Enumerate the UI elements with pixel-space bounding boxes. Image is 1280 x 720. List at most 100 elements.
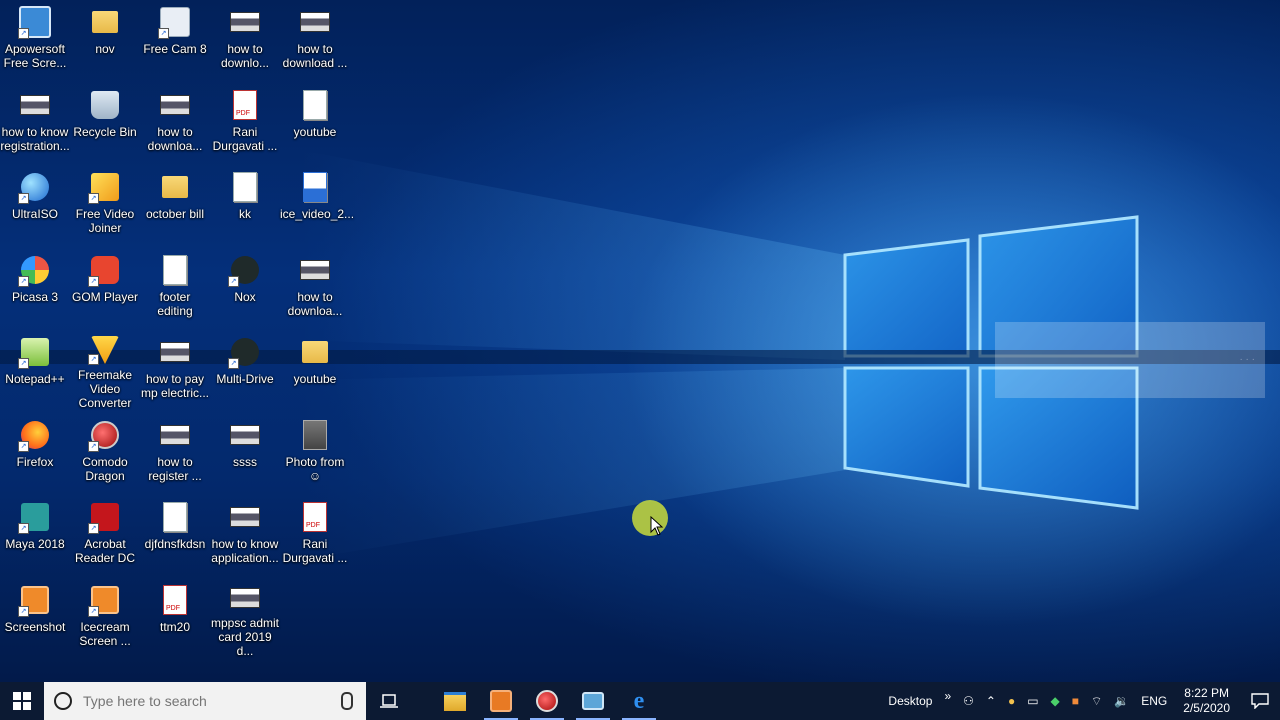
desktop-icon-label: ice_video_2... [280, 207, 355, 221]
desktop-icon[interactable]: ↗ Apowersoft Free Scre... [0, 0, 70, 80]
desktop-icon[interactable]: Rani Durgavati ... [210, 83, 280, 163]
desktop-icon[interactable]: Photo from ☺ [280, 413, 350, 493]
task-view-button[interactable] [366, 682, 412, 720]
desktop-icon[interactable]: how to downlo... [210, 0, 280, 80]
desktop-icon-label: how to downlo... [220, 42, 270, 70]
desktop-icon-label: Freemake Video Converter [77, 368, 133, 410]
desktop-icon[interactable]: october bill [140, 165, 210, 245]
desktop-icon-label: Apowersoft Free Scre... [3, 42, 67, 70]
desktop-icon-label: footer editing [157, 290, 193, 318]
desktop-icon-label: Rani Durgavati ... [212, 125, 278, 153]
start-button[interactable] [0, 682, 44, 720]
desktop-icon-label: how to download ... [282, 42, 348, 70]
desktop-icon[interactable]: youtube [280, 330, 350, 410]
desktop-icon[interactable]: ↗ GOM Player [70, 248, 140, 328]
show-hidden-icons-chevron-icon[interactable]: ⌃ [980, 694, 1002, 708]
desktop-icon[interactable]: kk [210, 165, 280, 245]
desktop-icon[interactable]: how to know registration... [0, 83, 70, 163]
desktop-icon[interactable]: mppsc admit card 2019 d... [210, 578, 280, 658]
desktop-toolbar-label[interactable]: Desktop [882, 694, 938, 708]
desktop-icon[interactable]: ↗ Notepad++ [0, 330, 70, 410]
security-shield-icon[interactable]: ◆ [1045, 694, 1066, 708]
desktop-icon[interactable]: ↗ Free Video Joiner [70, 165, 140, 245]
desktop-icon[interactable]: ↗ Icecream Screen ... [70, 578, 140, 658]
battery-icon[interactable]: ▭ [1021, 694, 1044, 708]
desktop-icon[interactable]: how to download ... [280, 0, 350, 80]
desktop-icon-label: how to downloa... [147, 125, 203, 153]
taskbar-freecam[interactable] [570, 682, 616, 720]
desktop-icon[interactable]: ttm20 [140, 578, 210, 658]
desktop-icon[interactable]: ↗ Comodo Dragon [70, 413, 140, 493]
microphone-icon[interactable] [341, 692, 353, 710]
desktop-icon[interactable]: ↗ Maya 2018 [0, 495, 70, 575]
desktop-icon[interactable]: ice_video_2... [280, 165, 355, 245]
desktop-icon[interactable]: djfdnsfkdsn [140, 495, 210, 575]
desktop-icon[interactable]: ↗ Screenshot [0, 578, 70, 658]
desktop-icon[interactable]: ssss [210, 413, 280, 493]
desktop-icon-label: GOM Player [71, 290, 138, 304]
desktop-icon[interactable]: Rani Durgavati ... [280, 495, 350, 575]
desktop-icon[interactable]: how to know application... [210, 495, 280, 575]
recycle-bin-icon [89, 89, 121, 121]
comodo-dragon-icon: ↗ [88, 419, 121, 452]
system-clock[interactable]: 8:22 PM 2/5/2020 [1173, 686, 1240, 716]
desktop-icon-label: Notepad++ [5, 372, 65, 386]
desktop-icon-label: Screenshot [4, 620, 66, 634]
zip-folder-icon [299, 336, 331, 368]
acrobat-icon: ↗ [88, 501, 121, 534]
language-indicator[interactable]: ENG [1135, 694, 1173, 708]
desktop-icon[interactable]: how to register ... [140, 413, 210, 493]
desktop-icon[interactable]: ↗ Picasa 3 [0, 248, 70, 328]
desktop-icon-label: how to downloa... [287, 290, 343, 318]
desktop-icon[interactable]: how to downloa... [280, 248, 350, 328]
people-icon[interactable]: ⚇ [957, 694, 980, 708]
clock-time: 8:22 PM [1184, 686, 1229, 700]
desktop-icon[interactable]: how to downloa... [140, 83, 210, 163]
desktop-icon-label: how to know application... [211, 537, 279, 565]
desktop-icon-label: youtube [293, 372, 337, 386]
desktop-icon-label: kk [239, 207, 251, 221]
desktop-icon-label: Photo from ☺ [285, 455, 345, 483]
maya-icon: ↗ [18, 501, 51, 534]
comodo-dragon-taskbar-icon [536, 690, 558, 712]
pdf-file-icon [299, 501, 331, 533]
desktop-background: · · · ↗ Apowersoft Free Scre... nov ↗ Free C… [0, 0, 1280, 682]
desktop-icon-label: Maya 2018 [5, 537, 65, 551]
desktop-icon[interactable]: ↗ Nox [210, 248, 280, 328]
task-view-icon [380, 694, 398, 708]
desktop-icon[interactable]: ↗ Free Cam 8 [140, 0, 210, 80]
wifi-icon[interactable]: ⌔ [1085, 694, 1108, 709]
desktop-icon-label: Comodo Dragon [82, 455, 128, 483]
desktop-icon[interactable]: Recycle Bin [70, 83, 140, 163]
clock-date: 2/5/2020 [1183, 701, 1230, 715]
icecream-icon: ↗ [88, 584, 121, 617]
tray-app-icon-globe[interactable]: ● [1002, 694, 1021, 708]
taskbar-search-box[interactable] [44, 682, 366, 720]
apowersoft-icon: ↗ [18, 6, 51, 39]
image-file-icon [299, 6, 331, 38]
gom-player-icon: ↗ [88, 254, 121, 287]
desktop-icon[interactable]: nov [70, 0, 140, 80]
action-center-button[interactable] [1240, 693, 1280, 709]
taskbar-icecream[interactable] [478, 682, 524, 720]
text-file-icon [299, 89, 331, 121]
toolbar-chevron-icon[interactable]: » [938, 689, 957, 703]
taskbar: e Desktop » ⚇ ⌃ ● ▭ ◆ ■ ⌔ 🔉 ENG 8:22 PM … [0, 682, 1280, 720]
desktop-icon[interactable]: ↗ Multi-Drive [210, 330, 280, 410]
desktop-icon[interactable]: youtube [280, 83, 350, 163]
desktop-icon[interactable]: ↗ Firefox [0, 413, 70, 493]
taskbar-file-explorer[interactable] [432, 682, 478, 720]
taskbar-comodo-dragon[interactable] [524, 682, 570, 720]
desktop-icon[interactable]: ↗ Acrobat Reader DC [70, 495, 140, 575]
desktop-icon-label: djfdnsfkdsn [144, 537, 206, 551]
desktop-icon[interactable]: ↗ Freemake Video Converter [70, 330, 140, 410]
desktop-icon[interactable]: footer editing [140, 248, 210, 328]
video-file-icon [299, 171, 331, 203]
desktop-icon[interactable]: how to pay mp electric... [140, 330, 210, 410]
volume-icon[interactable]: 🔉 [1108, 694, 1135, 708]
search-input[interactable] [81, 692, 335, 710]
desktop-icon[interactable]: ↗ UltraISO [0, 165, 70, 245]
taskbar-edge[interactable]: e [616, 682, 662, 720]
tray-app-icon-icecream[interactable]: ■ [1066, 694, 1085, 708]
desktop-icon-label: how to register ... [148, 455, 202, 483]
